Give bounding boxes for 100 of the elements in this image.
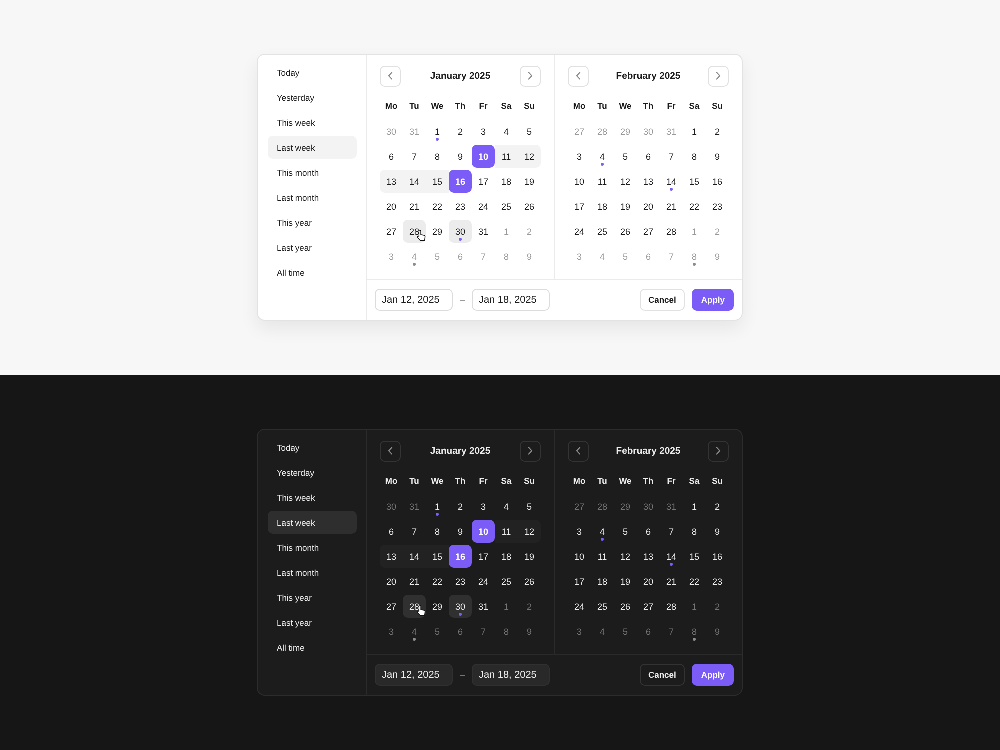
calendar-day[interactable]: 8: [495, 620, 518, 644]
calendar-day[interactable]: 6: [380, 520, 403, 544]
calendar-day[interactable]: 5: [614, 620, 637, 644]
calendar-day[interactable]: 31: [472, 220, 495, 244]
calendar-day[interactable]: 16: [706, 170, 729, 194]
preset-option[interactable]: All time: [268, 261, 357, 284]
calendar-day[interactable]: 31: [472, 595, 495, 618]
preset-option[interactable]: This month: [268, 536, 357, 560]
calendar-day[interactable]: 3: [472, 495, 495, 518]
apply-button[interactable]: Apply: [692, 664, 734, 686]
calendar-day[interactable]: 4: [591, 520, 614, 544]
calendar-day[interactable]: 9: [706, 520, 729, 544]
calendar-day[interactable]: 13: [380, 545, 403, 568]
calendar-day[interactable]: 29: [426, 220, 449, 244]
calendar-day[interactable]: 14: [403, 170, 426, 194]
calendar-day[interactable]: 21: [660, 570, 683, 594]
calendar-day[interactable]: 20: [637, 570, 660, 594]
calendar-day[interactable]: 27: [637, 220, 660, 244]
calendar-day[interactable]: 9: [449, 145, 472, 168]
calendar-day[interactable]: 30: [449, 220, 472, 244]
calendar-day[interactable]: 31: [660, 495, 683, 518]
calendar-day[interactable]: 8: [683, 145, 706, 168]
calendar-day[interactable]: 14: [660, 170, 683, 194]
calendar-day[interactable]: 6: [637, 620, 660, 644]
calendar-day[interactable]: 5: [614, 145, 637, 168]
preset-option[interactable]: Last year: [268, 236, 357, 260]
calendar-day[interactable]: 6: [637, 520, 660, 544]
calendar-day[interactable]: 7: [403, 145, 426, 168]
previous-month-button[interactable]: [568, 440, 589, 462]
calendar-day[interactable]: 28: [660, 595, 683, 618]
calendar-day[interactable]: 14: [403, 545, 426, 568]
calendar-day[interactable]: 24: [568, 220, 591, 244]
calendar-day[interactable]: 27: [637, 595, 660, 618]
calendar-day[interactable]: 10: [472, 520, 495, 544]
calendar-day[interactable]: 17: [568, 195, 591, 218]
preset-option[interactable]: This month: [268, 161, 357, 184]
calendar-day[interactable]: 18: [495, 170, 518, 194]
calendar-day[interactable]: 28: [403, 220, 426, 244]
calendar-day[interactable]: 29: [426, 595, 449, 618]
calendar-day[interactable]: 22: [426, 570, 449, 594]
calendar-day[interactable]: 5: [518, 495, 541, 518]
calendar-day[interactable]: 21: [403, 195, 426, 218]
calendar-day[interactable]: 7: [660, 520, 683, 544]
calendar-day[interactable]: 30: [637, 495, 660, 518]
calendar-day[interactable]: 8: [426, 145, 449, 168]
calendar-day[interactable]: 7: [403, 520, 426, 544]
calendar-day[interactable]: 18: [591, 195, 614, 218]
preset-option[interactable]: Yesterday: [268, 461, 357, 484]
calendar-day[interactable]: 4: [591, 620, 614, 644]
calendar-day[interactable]: 22: [426, 195, 449, 218]
calendar-day[interactable]: 2: [706, 595, 729, 618]
calendar-day[interactable]: 2: [518, 595, 541, 618]
preset-option[interactable]: Last month: [268, 561, 357, 584]
calendar-day[interactable]: 7: [660, 145, 683, 168]
calendar-day[interactable]: 1: [495, 595, 518, 618]
preset-option[interactable]: Last week: [268, 136, 357, 160]
calendar-day[interactable]: 3: [568, 620, 591, 644]
calendar-day[interactable]: 28: [403, 595, 426, 618]
calendar-day[interactable]: 2: [449, 120, 472, 144]
calendar-day[interactable]: 26: [614, 595, 637, 618]
calendar-day[interactable]: 24: [568, 595, 591, 618]
calendar-day[interactable]: 5: [518, 120, 541, 144]
calendar-day[interactable]: 10: [568, 545, 591, 568]
calendar-day[interactable]: 21: [403, 570, 426, 594]
calendar-day[interactable]: 25: [591, 595, 614, 618]
calendar-day[interactable]: 11: [495, 520, 518, 544]
calendar-day[interactable]: 16: [706, 545, 729, 568]
calendar-day[interactable]: 7: [660, 620, 683, 644]
calendar-day[interactable]: 15: [426, 170, 449, 194]
calendar-day[interactable]: 6: [637, 145, 660, 168]
calendar-day[interactable]: 15: [683, 170, 706, 194]
calendar-day[interactable]: 5: [426, 620, 449, 644]
calendar-day[interactable]: 28: [660, 220, 683, 244]
calendar-day[interactable]: 6: [449, 620, 472, 644]
preset-option[interactable]: Last week: [268, 511, 357, 534]
calendar-day[interactable]: 19: [518, 170, 541, 194]
calendar-day[interactable]: 10: [472, 145, 495, 168]
start-date-field[interactable]: Jan 12, 2025: [375, 289, 453, 312]
calendar-day[interactable]: 17: [568, 570, 591, 594]
calendar-day[interactable]: 17: [472, 170, 495, 194]
calendar-day[interactable]: 1: [683, 495, 706, 518]
preset-option[interactable]: All time: [268, 636, 357, 660]
preset-option[interactable]: This week: [268, 486, 357, 510]
calendar-day[interactable]: 9: [706, 620, 729, 644]
cancel-button[interactable]: Cancel: [640, 664, 686, 686]
calendar-day[interactable]: 16: [449, 545, 472, 568]
calendar-day[interactable]: 1: [426, 495, 449, 518]
calendar-day[interactable]: 27: [380, 220, 403, 244]
calendar-day[interactable]: 22: [683, 570, 706, 594]
preset-option[interactable]: This year: [268, 586, 357, 610]
calendar-day[interactable]: 23: [449, 195, 472, 218]
start-date-field[interactable]: Jan 12, 2025: [375, 664, 453, 686]
calendar-day[interactable]: 1: [426, 120, 449, 144]
calendar-day[interactable]: 9: [706, 145, 729, 168]
preset-option[interactable]: This year: [268, 211, 357, 234]
calendar-day[interactable]: 8: [426, 520, 449, 544]
calendar-day[interactable]: 24: [472, 195, 495, 218]
end-date-field[interactable]: Jan 18, 2025: [472, 289, 550, 312]
end-date-field[interactable]: Jan 18, 2025: [472, 664, 550, 686]
calendar-day[interactable]: 13: [380, 170, 403, 194]
